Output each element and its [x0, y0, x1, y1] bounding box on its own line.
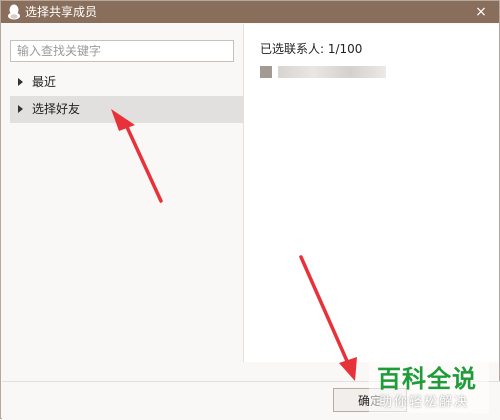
tree-item-select-friends[interactable]: 选择好友 [10, 96, 243, 123]
friend-tree-pane: 最近 选择好友 [2, 24, 243, 362]
search-input[interactable] [10, 40, 234, 62]
qq-penguin-icon [8, 4, 20, 20]
watermark-logo: 百科全说 助你轻松解决 [369, 357, 489, 413]
title-bar[interactable]: 选择共享成员 × [1, 1, 499, 23]
close-icon[interactable]: × [473, 3, 489, 21]
caret-right-icon [18, 78, 23, 86]
share-member-dialog: 选择共享成员 × 最近 选择好友 已选联系人: 1/100 确定 百科全 [0, 0, 500, 420]
avatar [260, 66, 272, 78]
tree-item-recent[interactable]: 最近 [10, 69, 243, 96]
watermark-title: 百科全说 [377, 365, 477, 393]
caret-right-icon [18, 105, 23, 113]
tree-item-label: 选择好友 [32, 102, 81, 116]
selected-count-label: 已选联系人: 1/100 [260, 42, 363, 56]
watermark-subtitle: 助你轻松解决 [379, 395, 470, 410]
tree-item-label: 最近 [32, 75, 57, 89]
dialog-title: 选择共享成员 [25, 5, 98, 19]
selected-member-name-blurred[interactable] [278, 66, 386, 78]
selected-members-pane: 已选联系人: 1/100 [244, 24, 499, 362]
